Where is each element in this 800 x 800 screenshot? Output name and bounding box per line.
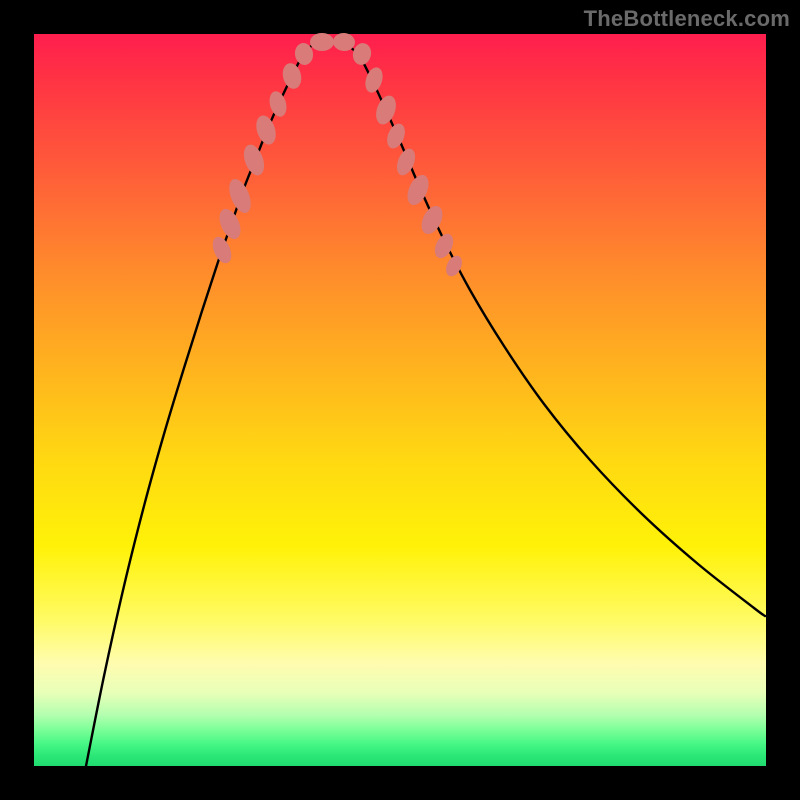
data-marker [384, 121, 409, 151]
chart-svg-layer [34, 34, 766, 766]
data-marker [310, 33, 334, 51]
data-marker [240, 142, 268, 178]
data-marker [253, 113, 279, 147]
data-marker [267, 89, 290, 118]
watermark-text: TheBottleneck.com [584, 6, 790, 32]
data-marker [403, 172, 432, 209]
curve-right-branch [360, 56, 765, 616]
data-marker [372, 93, 399, 127]
curve-left-branch [86, 56, 302, 766]
data-marker [417, 203, 446, 238]
chart-container: TheBottleneck.com [0, 0, 800, 800]
data-marker [280, 61, 304, 91]
data-marker [209, 234, 235, 266]
